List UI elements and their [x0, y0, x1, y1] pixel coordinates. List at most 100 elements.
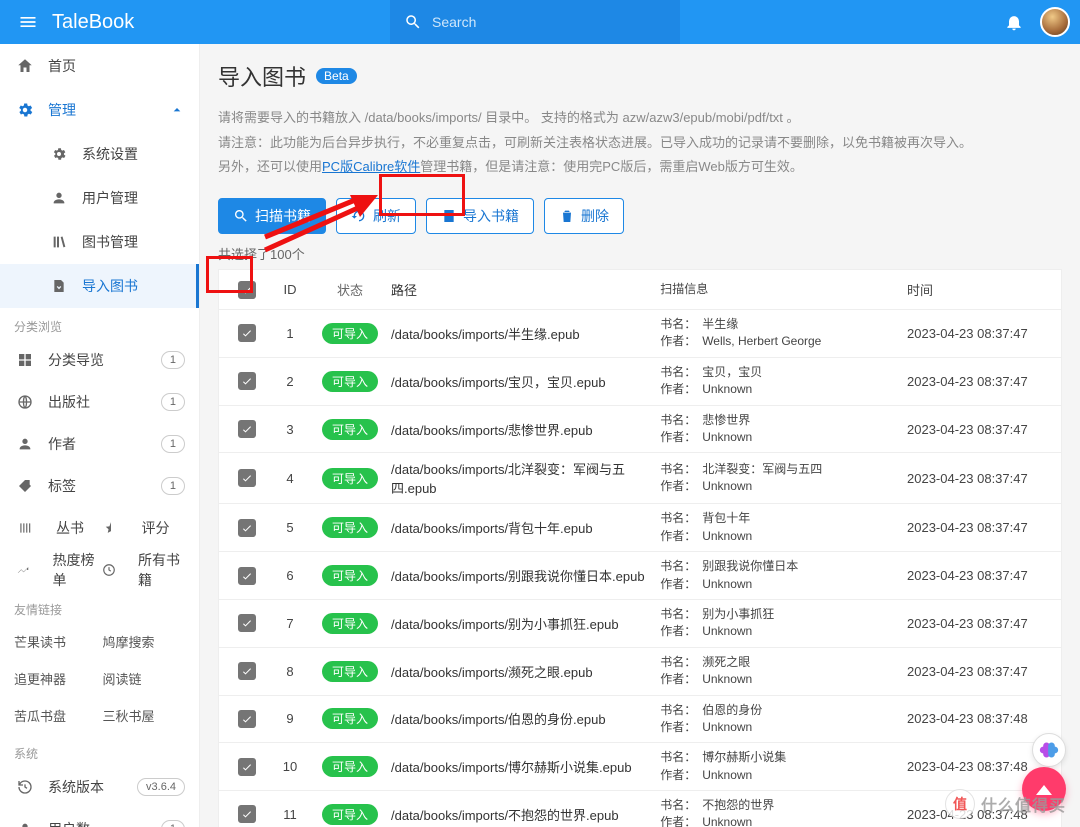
menu-icon[interactable]: [10, 4, 46, 40]
table-row[interactable]: 3可导入/data/books/imports/悲惨世界.epub书名： 悲惨世…: [219, 406, 1061, 454]
cell-info: 书名： 濒死之眼作者： Unknown: [654, 652, 901, 691]
sidebar-usercount[interactable]: 用户数1: [0, 808, 199, 827]
section-header: 友情链接: [0, 591, 199, 622]
main-content: 导入图书 Beta 请将需要导入的书籍放入 /data/books/import…: [200, 44, 1080, 827]
calibre-link[interactable]: PC版Calibre软件: [322, 159, 420, 174]
brand[interactable]: TaleBook: [52, 11, 134, 34]
sidebar-series[interactable]: 丛书: [14, 518, 100, 538]
cell-path: /data/books/imports/别为小事抓狂.epub: [385, 612, 654, 635]
sidebar-rating[interactable]: 评分: [100, 518, 186, 538]
status-badge: 可导入: [322, 613, 378, 634]
nav-books[interactable]: 图书管理: [0, 220, 199, 264]
friend-link[interactable]: 阅读链: [103, 661, 186, 696]
sidebar-publisher[interactable]: 出版社1: [0, 381, 199, 423]
import-icon: [48, 278, 70, 294]
top-bar: TaleBook: [0, 0, 1080, 44]
cell-path: /data/books/imports/北洋裂变：军阀与五四.epub: [385, 457, 654, 499]
nav-users[interactable]: 用户管理: [0, 176, 199, 220]
table-row[interactable]: 6可导入/data/books/imports/别跟我说你懂日本.epub书名：…: [219, 552, 1061, 600]
cell-path: /data/books/imports/不抱怨的世界.epub: [385, 803, 654, 826]
friend-link[interactable]: 芒果读书: [14, 624, 97, 659]
table-row[interactable]: 9可导入/data/books/imports/伯恩的身份.epub书名： 伯恩…: [219, 696, 1061, 744]
row-checkbox[interactable]: [238, 372, 256, 390]
sidebar-version[interactable]: 系统版本v3.6.4: [0, 766, 199, 808]
nav-label: 用户管理: [82, 188, 138, 208]
star-half-icon: [100, 521, 122, 535]
table-row[interactable]: 8可导入/data/books/imports/濒死之眼.epub书名： 濒死之…: [219, 648, 1061, 696]
nav-label: 系统设置: [82, 144, 138, 164]
sidebar-all[interactable]: 所有书籍: [100, 550, 186, 590]
status-badge: 可导入: [322, 468, 378, 489]
status-badge: 可导入: [322, 517, 378, 538]
nav-home[interactable]: 首页: [0, 44, 199, 88]
import-button[interactable]: 导入书籍: [426, 198, 534, 234]
status-badge: 可导入: [322, 323, 378, 344]
table-row[interactable]: 4可导入/data/books/imports/北洋裂变：军阀与五四.epub书…: [219, 453, 1061, 504]
cell-info: 书名： 背包十年作者： Unknown: [654, 508, 901, 547]
table-row[interactable]: 10可导入/data/books/imports/博尔赫斯小说集.epub书名：…: [219, 743, 1061, 791]
page-title: 导入图书: [218, 60, 306, 92]
selection-count: 共选择了100个: [218, 244, 1062, 263]
table-row[interactable]: 7可导入/data/books/imports/别为小事抓狂.epub书名： 别…: [219, 600, 1061, 648]
trend-icon: [14, 563, 32, 577]
delete-button[interactable]: 删除: [544, 198, 624, 234]
cell-time: 2023-04-23 08:37:47: [901, 518, 1051, 537]
row-checkbox[interactable]: [238, 662, 256, 680]
sidebar-two-col: 丛书 评分: [0, 507, 199, 549]
row-checkbox[interactable]: [238, 614, 256, 632]
person-icon: [14, 821, 36, 827]
friend-link[interactable]: 苦瓜书盘: [14, 698, 97, 733]
scan-icon: [233, 208, 249, 224]
cell-path: /data/books/imports/悲惨世界.epub: [385, 418, 654, 441]
nav-label: 图书管理: [82, 232, 138, 252]
search-box[interactable]: [390, 0, 680, 44]
watermark: 值什么值得买: [945, 789, 1066, 819]
sidebar-hot[interactable]: 热度榜单: [14, 550, 100, 590]
search-icon: [404, 13, 422, 31]
table-row[interactable]: 5可导入/data/books/imports/背包十年.epub书名： 背包十…: [219, 504, 1061, 552]
gear-icon: [14, 101, 36, 119]
nav-label: 管理: [48, 100, 76, 120]
table-row[interactable]: 2可导入/data/books/imports/宝贝，宝贝.epub书名： 宝贝…: [219, 358, 1061, 406]
row-checkbox[interactable]: [238, 324, 256, 342]
trash-icon: [559, 208, 575, 224]
cell-time: 2023-04-23 08:37:47: [901, 566, 1051, 585]
cell-info: 书名： 悲惨世界作者： Unknown: [654, 410, 901, 449]
chevron-up-icon: [169, 102, 185, 118]
friend-link[interactable]: 追更神器: [14, 661, 97, 696]
row-checkbox[interactable]: [238, 758, 256, 776]
cell-info: 书名： 宝贝，宝贝作者： Unknown: [654, 362, 901, 401]
cell-time: 2023-04-23 08:37:47: [901, 614, 1051, 633]
cell-info: 书名： 北洋裂变：军阀与五四作者： Unknown: [654, 459, 901, 498]
table-row[interactable]: 11可导入/data/books/imports/不抱怨的世界.epub书名： …: [219, 791, 1061, 827]
avatar[interactable]: [1040, 7, 1070, 37]
row-checkbox[interactable]: [238, 710, 256, 728]
nav-admin[interactable]: 管理: [0, 88, 199, 132]
refresh-button[interactable]: 刷新: [336, 198, 416, 234]
search-input[interactable]: [432, 14, 666, 30]
scan-button[interactable]: 扫描书籍: [218, 198, 326, 234]
select-all-checkbox[interactable]: [238, 281, 256, 299]
cell-time: 2023-04-23 08:37:47: [901, 662, 1051, 681]
sidebar-category[interactable]: 分类导览1: [0, 339, 199, 381]
table-row[interactable]: 1可导入/data/books/imports/半生缘.epub书名： 半生缘作…: [219, 310, 1061, 358]
tag-icon: [14, 478, 36, 494]
nav-sys-settings[interactable]: 系统设置: [0, 132, 199, 176]
row-checkbox[interactable]: [238, 469, 256, 487]
status-badge: 可导入: [322, 756, 378, 777]
cell-info: 书名： 博尔赫斯小说集作者： Unknown: [654, 747, 901, 786]
sidebar-tag[interactable]: 标签1: [0, 465, 199, 507]
cell-time: 2023-04-23 08:37:47: [901, 469, 1051, 488]
nav-import[interactable]: 导入图书: [0, 264, 199, 308]
nav-label: 首页: [48, 56, 76, 76]
assistant-fab[interactable]: [1032, 733, 1066, 767]
import-icon: [441, 208, 457, 224]
row-checkbox[interactable]: [238, 519, 256, 537]
sidebar-author[interactable]: 作者1: [0, 423, 199, 465]
bell-icon[interactable]: [1004, 12, 1024, 32]
row-checkbox[interactable]: [238, 420, 256, 438]
row-checkbox[interactable]: [238, 567, 256, 585]
row-checkbox[interactable]: [238, 805, 256, 823]
friend-link[interactable]: 鸠摩搜索: [103, 624, 186, 659]
friend-link[interactable]: 三秋书屋: [103, 698, 186, 733]
